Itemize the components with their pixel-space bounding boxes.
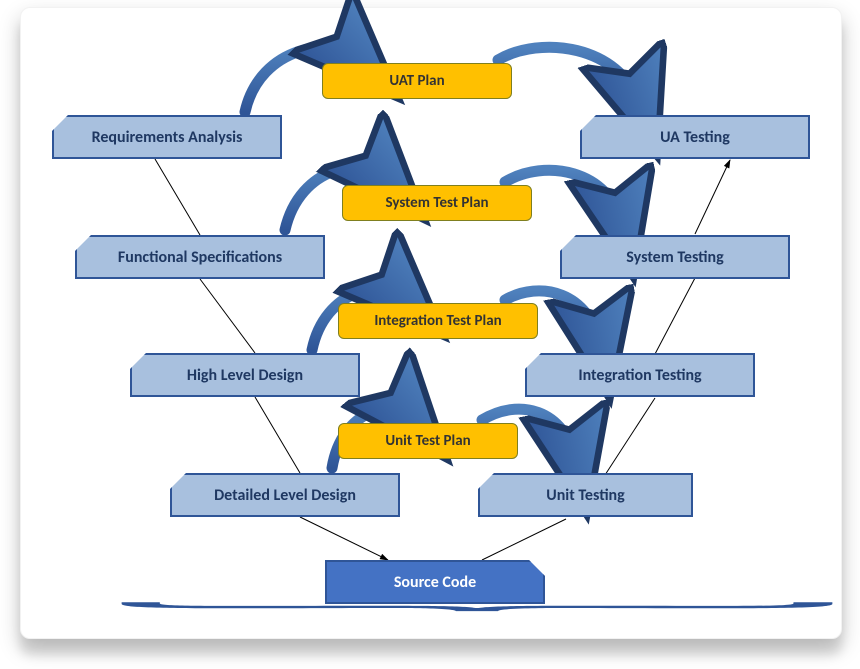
box-integration-testing: Integration Testing [525,353,755,397]
bottom-brace: ︸ [103,614,763,628]
box-system-test-plan: System Test Plan [342,185,532,221]
box-ua-testing: UA Testing [580,115,810,159]
box-system-testing: System Testing [560,235,790,279]
box-high-level-design: High Level Design [130,353,360,397]
box-source-code: Source Code [325,560,545,604]
box-uat-plan: UAT Plan [322,63,512,99]
box-requirements-analysis: Requirements Analysis [52,115,282,159]
box-functional-specifications: Functional Specifications [75,235,325,279]
box-unit-testing: Unit Testing [478,473,693,517]
box-detailed-level-design: Detailed Level Design [170,473,400,517]
box-unit-test-plan: Unit Test Plan [338,423,518,459]
box-integration-test-plan: Integration Test Plan [338,303,538,339]
